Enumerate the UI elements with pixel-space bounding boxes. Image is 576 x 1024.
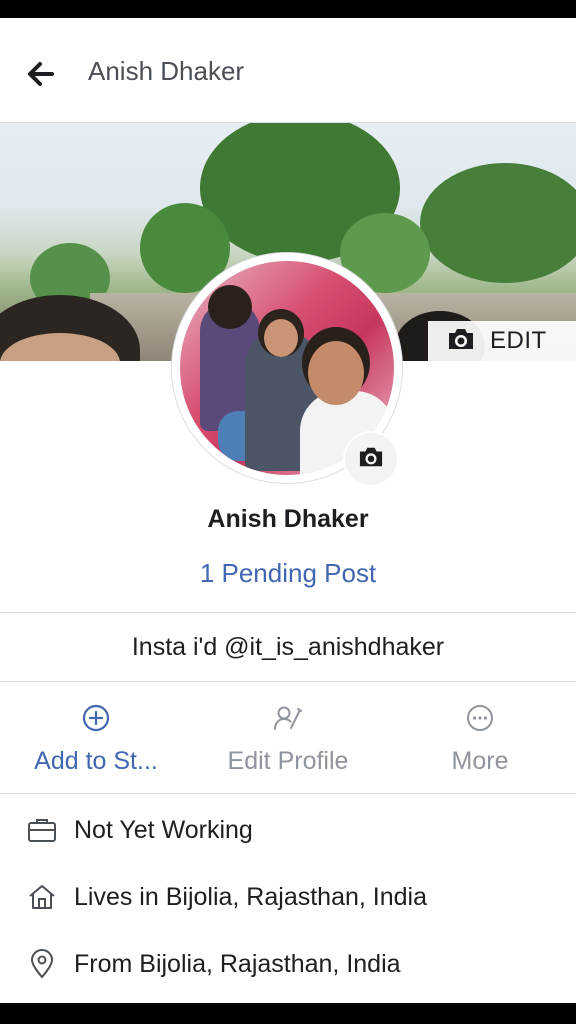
bio-text: Insta i'd @it_is_anishdhaker xyxy=(131,633,445,661)
back-arrow-icon[interactable] xyxy=(22,54,62,94)
profile-name: Anish Dhaker xyxy=(207,505,369,533)
more-icon xyxy=(466,704,494,737)
divider xyxy=(0,612,576,613)
header-title: Anish Dhaker xyxy=(88,56,245,86)
briefcase-icon xyxy=(26,814,58,846)
edit-profile-label: Edit Profile xyxy=(227,747,349,775)
edit-cover-button[interactable]: EDIT xyxy=(428,321,576,361)
info-work-text: Not Yet Working xyxy=(74,815,253,844)
top-bar: Anish Dhaker xyxy=(0,18,576,123)
edit-profile-icon xyxy=(273,704,303,737)
info-lives: Lives in Bijolia, Rajasthan, India xyxy=(0,873,576,921)
home-icon xyxy=(26,881,58,913)
add-to-story-button[interactable]: Add to St... xyxy=(0,682,192,793)
location-pin-icon xyxy=(26,948,58,980)
info-lives-text: Lives in Bijolia, Rajasthan, India xyxy=(74,882,427,911)
change-profile-picture-button[interactable] xyxy=(343,431,399,487)
pending-post-link[interactable]: 1 Pending Post xyxy=(0,558,576,589)
profile-actions: Add to St... Edit Profile More xyxy=(0,682,576,793)
camera-icon xyxy=(446,326,476,357)
add-to-story-label: Add to St... xyxy=(34,747,158,775)
edit-profile-button[interactable]: Edit Profile xyxy=(192,682,384,793)
info-from: From Bijolia, Rajasthan, India xyxy=(0,940,576,988)
more-button[interactable]: More xyxy=(384,682,576,793)
info-work: Not Yet Working xyxy=(0,806,576,854)
add-circle-icon xyxy=(82,704,110,737)
more-label: More xyxy=(451,747,509,775)
profile-screen: Anish Dhaker EDIT Anish Dhaker 1 Pending… xyxy=(0,18,576,1003)
divider xyxy=(0,793,576,794)
info-from-text: From Bijolia, Rajasthan, India xyxy=(74,949,401,978)
camera-icon xyxy=(357,445,385,474)
edit-cover-label: EDIT xyxy=(490,327,547,354)
